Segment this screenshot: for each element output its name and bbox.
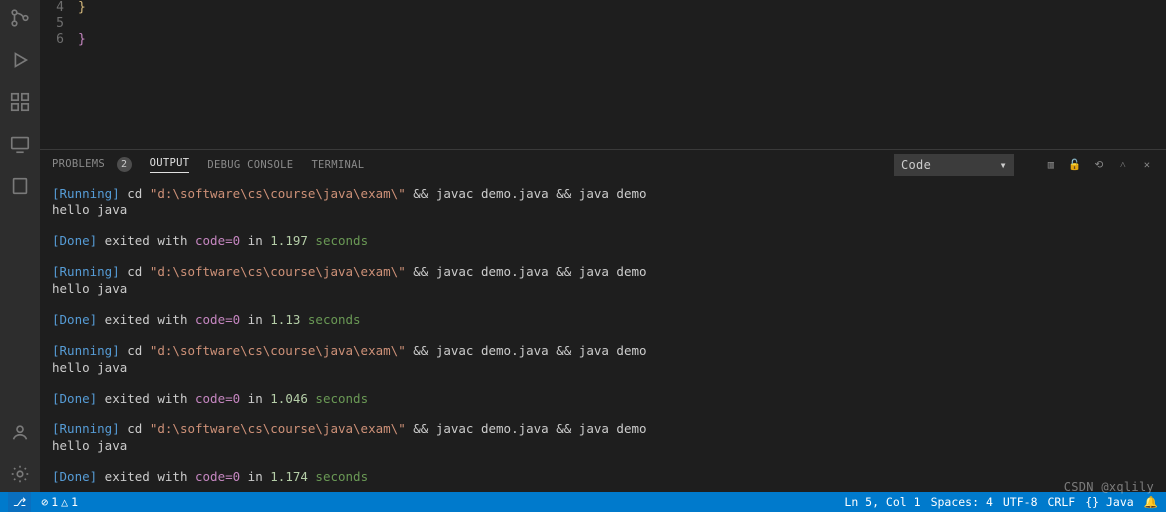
panel-tab-bar: PROBLEMS 2 OUTPUT DEBUG CONSOLE TERMINAL… [40, 150, 1166, 180]
run-debug-icon[interactable] [8, 48, 32, 72]
line-number: 5 [40, 16, 78, 32]
lock-icon[interactable]: 🔓 [1068, 158, 1082, 172]
source-control-icon[interactable] [8, 6, 32, 30]
output-content[interactable]: [Running] cd "d:\software\cs\course\java… [40, 180, 1166, 493]
settings-gear-icon[interactable] [8, 462, 32, 486]
line-number: 6 [40, 32, 78, 48]
status-errors[interactable]: ⊘ 1 △ 1 [41, 495, 78, 509]
select-value: Code [901, 158, 931, 172]
tab-label: PROBLEMS [52, 158, 105, 170]
tab-output[interactable]: OUTPUT [150, 157, 190, 173]
line-number: 4 [40, 0, 78, 16]
status-remote[interactable]: ⎇ [8, 492, 31, 512]
status-spaces[interactable]: Spaces: 4 [931, 495, 993, 509]
remote-icon[interactable] [8, 132, 32, 156]
tab-terminal[interactable]: TERMINAL [311, 159, 364, 171]
tab-problems[interactable]: PROBLEMS 2 [52, 157, 132, 172]
status-lncol[interactable]: Ln 5, Col 1 [844, 495, 920, 509]
clear-icon[interactable]: ⟲ [1092, 158, 1106, 172]
code-text: } [78, 0, 86, 16]
code-editor[interactable]: 4} 5 6} [40, 0, 1166, 149]
chevron-down-icon: ▾ [999, 158, 1007, 172]
collapse-icon[interactable]: ˄ [1116, 158, 1130, 172]
error-count: 1 [51, 495, 58, 509]
activity-bar [0, 0, 40, 492]
warn-icon: △ [61, 495, 68, 509]
problems-badge: 2 [117, 157, 132, 172]
extensions-icon[interactable] [8, 90, 32, 114]
account-icon[interactable] [8, 420, 32, 444]
status-lang[interactable]: {} Java [1085, 495, 1133, 509]
close-icon[interactable]: ✕ [1140, 158, 1154, 172]
bottom-panel: PROBLEMS 2 OUTPUT DEBUG CONSOLE TERMINAL… [40, 149, 1166, 493]
split-icon[interactable]: ▥ [1044, 158, 1058, 172]
sidebar-extra-icon[interactable] [8, 174, 32, 198]
status-eol[interactable]: CRLF [1048, 495, 1076, 509]
tab-debug-console[interactable]: DEBUG CONSOLE [207, 159, 293, 171]
warn-count: 1 [71, 495, 78, 509]
output-channel-select[interactable]: Code ▾ [894, 154, 1014, 176]
status-bell-icon[interactable]: 🔔 [1144, 495, 1158, 509]
error-icon: ⊘ [41, 495, 48, 509]
status-bar: ⎇ ⊘ 1 △ 1 Ln 5, Col 1 Spaces: 4 UTF-8 CR… [0, 492, 1166, 512]
code-text: } [78, 32, 86, 48]
status-encoding[interactable]: UTF-8 [1003, 495, 1038, 509]
